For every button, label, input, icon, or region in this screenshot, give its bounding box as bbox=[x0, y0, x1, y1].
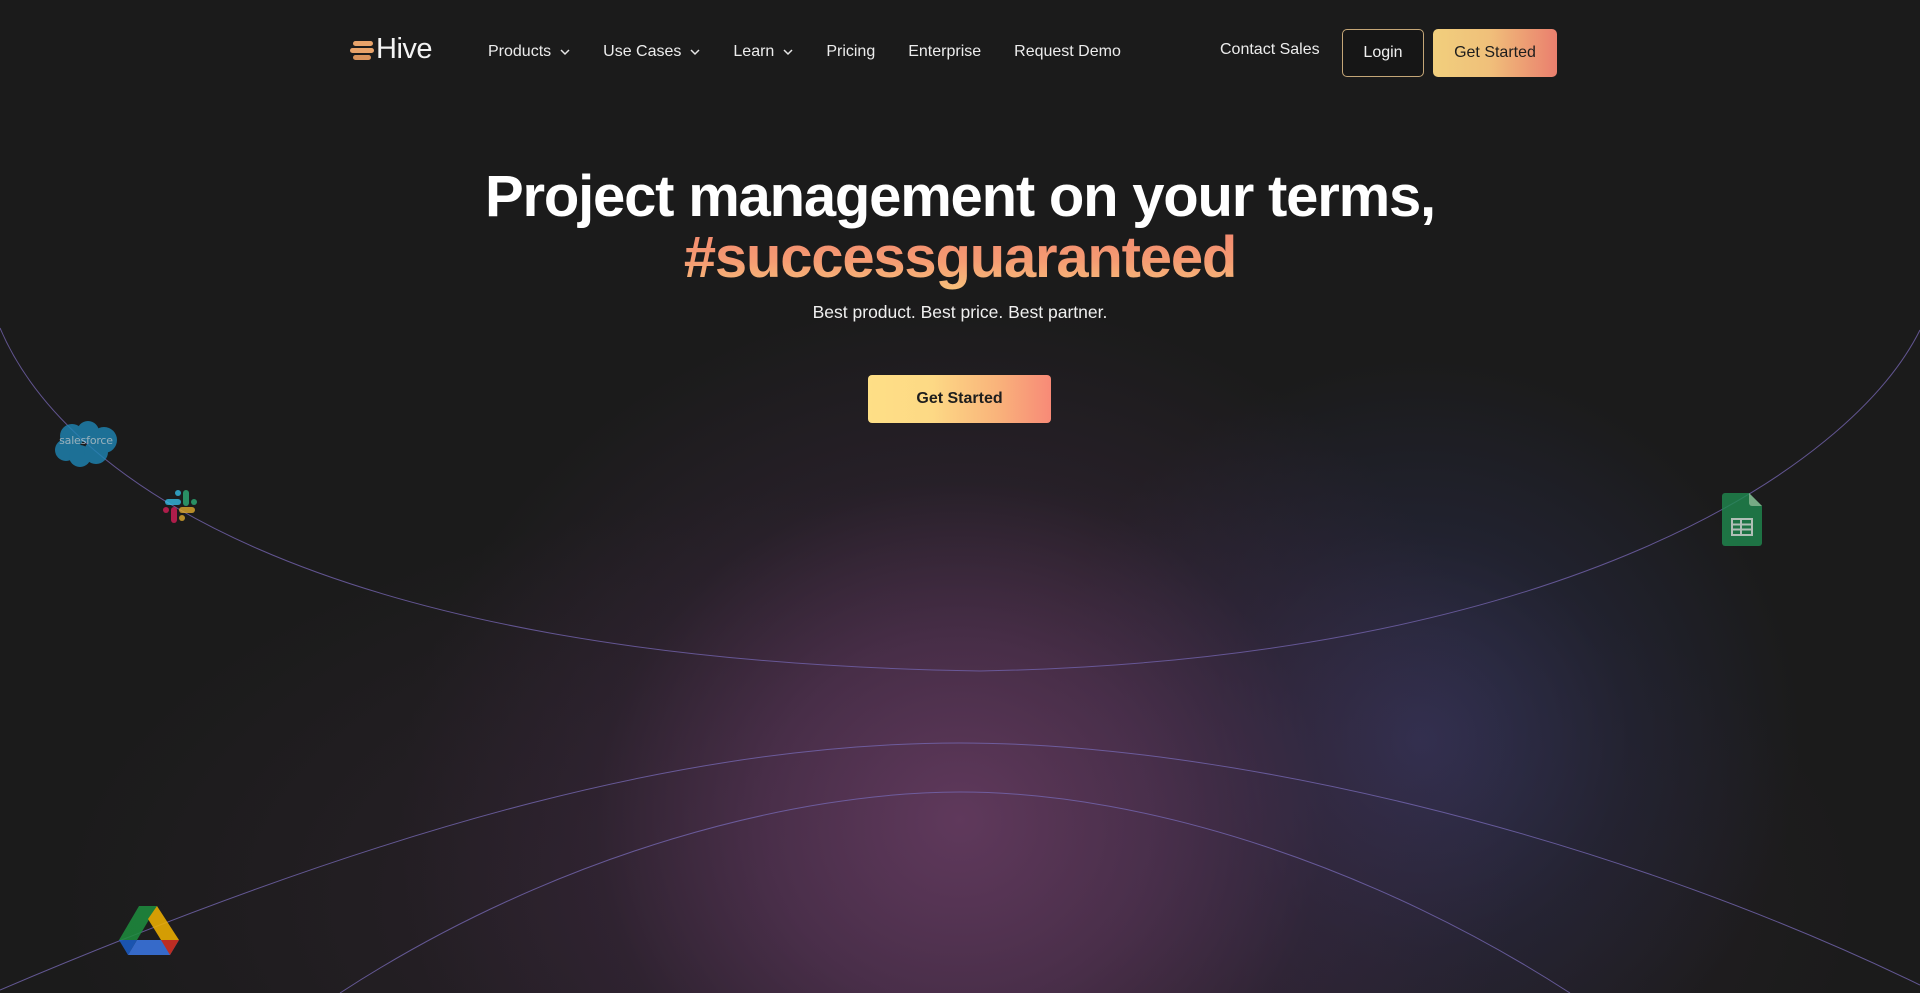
nav-learn[interactable]: Learn bbox=[733, 40, 793, 64]
salesforce-icon: salesforce bbox=[52, 420, 120, 468]
nav-label: Enterprise bbox=[908, 43, 982, 60]
hashtag-text: #successguaranteed bbox=[683, 225, 1237, 290]
nav-use-cases[interactable]: Use Cases bbox=[603, 40, 700, 64]
nav-pricing[interactable]: Pricing bbox=[826, 40, 875, 64]
google-drive-icon bbox=[119, 906, 179, 958]
hive-logo-icon bbox=[350, 38, 374, 60]
google-sheets-icon bbox=[1722, 493, 1762, 546]
hero-title: Project management on your terms, bbox=[485, 164, 1436, 229]
nav-label: Request Demo bbox=[1014, 43, 1121, 60]
hero-subtitle: Best product. Best price. Best partner. bbox=[812, 302, 1108, 322]
nav-products[interactable]: Products bbox=[488, 40, 570, 64]
background-glow bbox=[0, 0, 1920, 993]
get-started-hero-button[interactable]: Get Started bbox=[868, 375, 1051, 423]
chevron-down-icon bbox=[560, 47, 570, 57]
get-started-nav-button[interactable]: Get Started bbox=[1433, 29, 1557, 77]
slack-icon bbox=[162, 487, 198, 523]
chevron-down-icon bbox=[783, 47, 793, 57]
login-button[interactable]: Login bbox=[1342, 29, 1424, 77]
hero-accent-heading: #successguaranteed bbox=[0, 225, 1920, 291]
decorative-arcs bbox=[0, 327, 1920, 993]
salesforce-label: salesforce bbox=[59, 434, 113, 447]
arc-middle bbox=[0, 742, 1920, 991]
nav-label: Use Cases bbox=[603, 43, 682, 60]
site-header: Hive Products Use Cases Learn Pricing En… bbox=[0, 0, 1920, 105]
hive-logo[interactable]: Hive bbox=[350, 32, 433, 65]
nav-request-demo[interactable]: Request Demo bbox=[1014, 40, 1121, 64]
contact-sales-link[interactable]: Contact Sales bbox=[1220, 41, 1320, 59]
nav-enterprise[interactable]: Enterprise bbox=[908, 40, 981, 64]
arc-inner bbox=[339, 791, 1571, 993]
nav-label: Pricing bbox=[826, 43, 876, 60]
nav-label: Products bbox=[488, 43, 552, 60]
main-nav: Products Use Cases Learn Pricing Enterpr… bbox=[488, 40, 1154, 64]
logo-text: Hive bbox=[376, 32, 433, 65]
chevron-down-icon bbox=[690, 47, 700, 57]
nav-label: Learn bbox=[733, 43, 775, 60]
